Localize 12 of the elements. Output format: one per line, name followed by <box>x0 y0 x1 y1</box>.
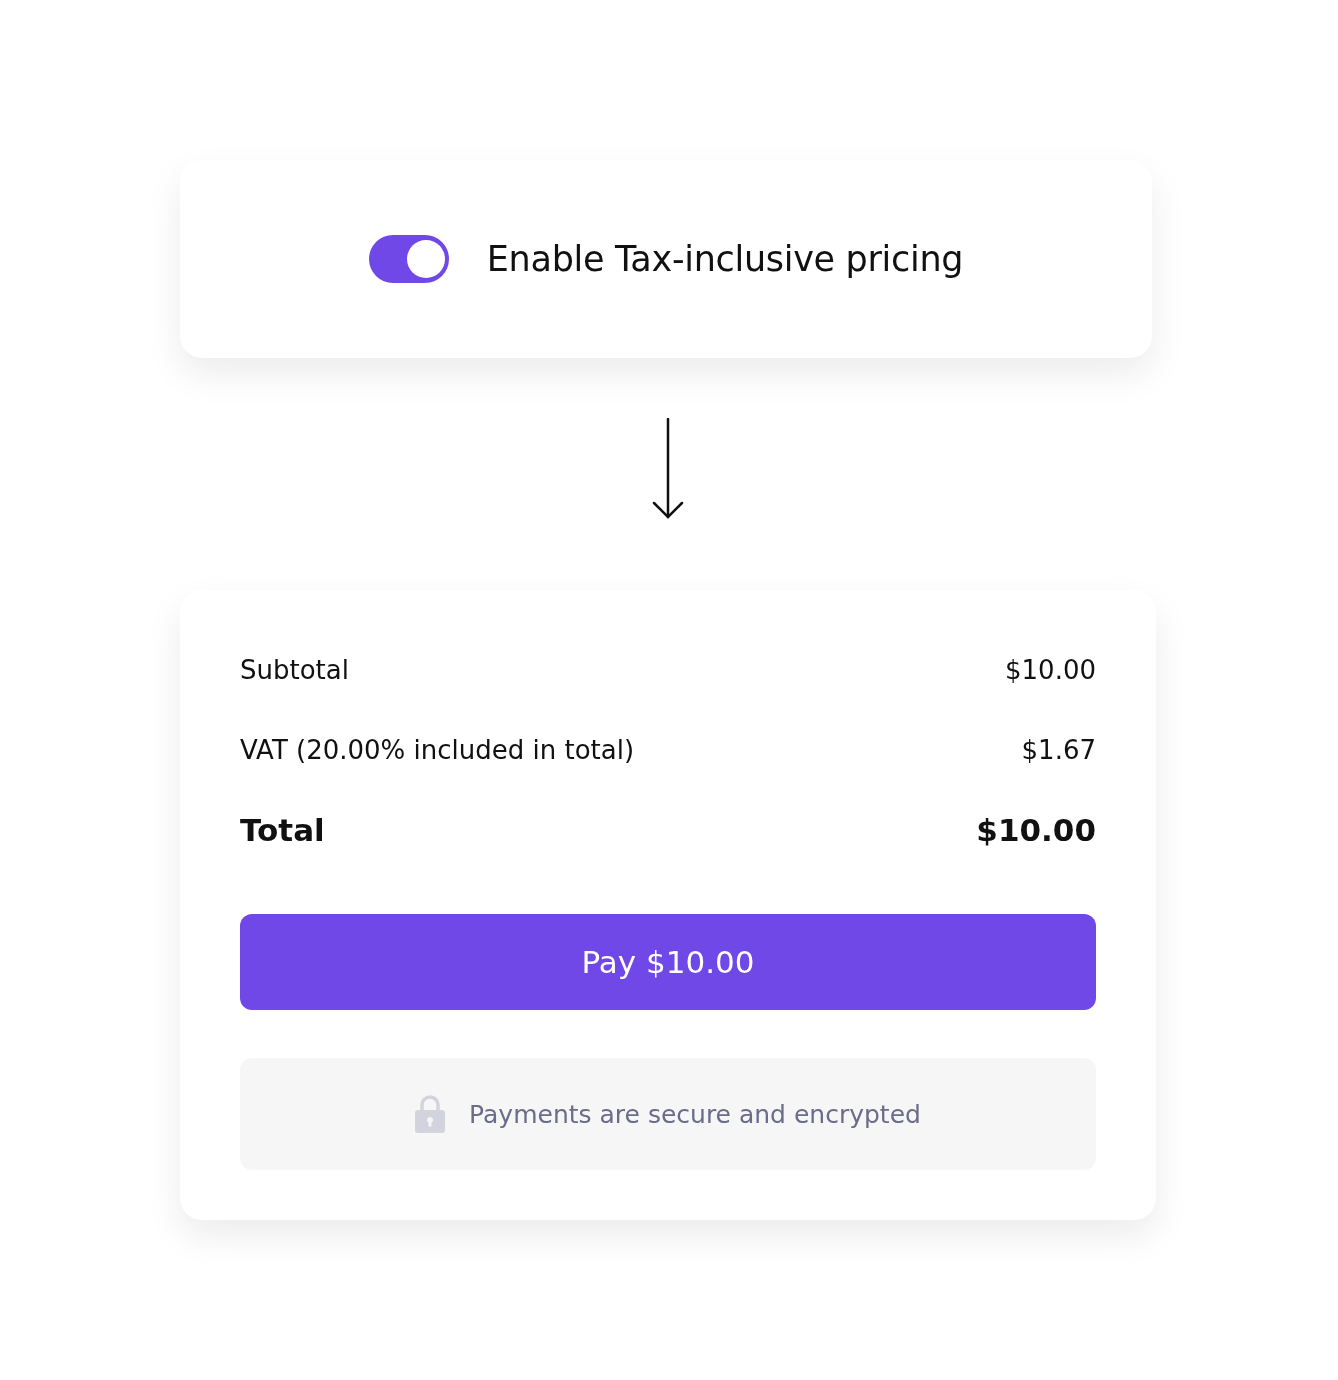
row-label: Subtotal <box>240 655 349 685</box>
row-amount: $1.67 <box>1021 735 1096 765</box>
row-amount: $10.00 <box>1005 655 1096 685</box>
down-arrow-icon <box>651 418 685 520</box>
row-label: Total <box>240 812 325 848</box>
lock-icon <box>415 1095 446 1133</box>
pay-button[interactable]: Pay $10.00 <box>240 914 1096 1010</box>
toggle-label: Enable Tax-inclusive pricing <box>486 239 964 279</box>
row-label: VAT (20.00% included in total) <box>240 735 635 765</box>
row-amount: $10.00 <box>976 812 1096 848</box>
secure-note: Payments are secure and encrypted <box>469 1099 921 1129</box>
toggle-switch[interactable] <box>368 235 449 283</box>
